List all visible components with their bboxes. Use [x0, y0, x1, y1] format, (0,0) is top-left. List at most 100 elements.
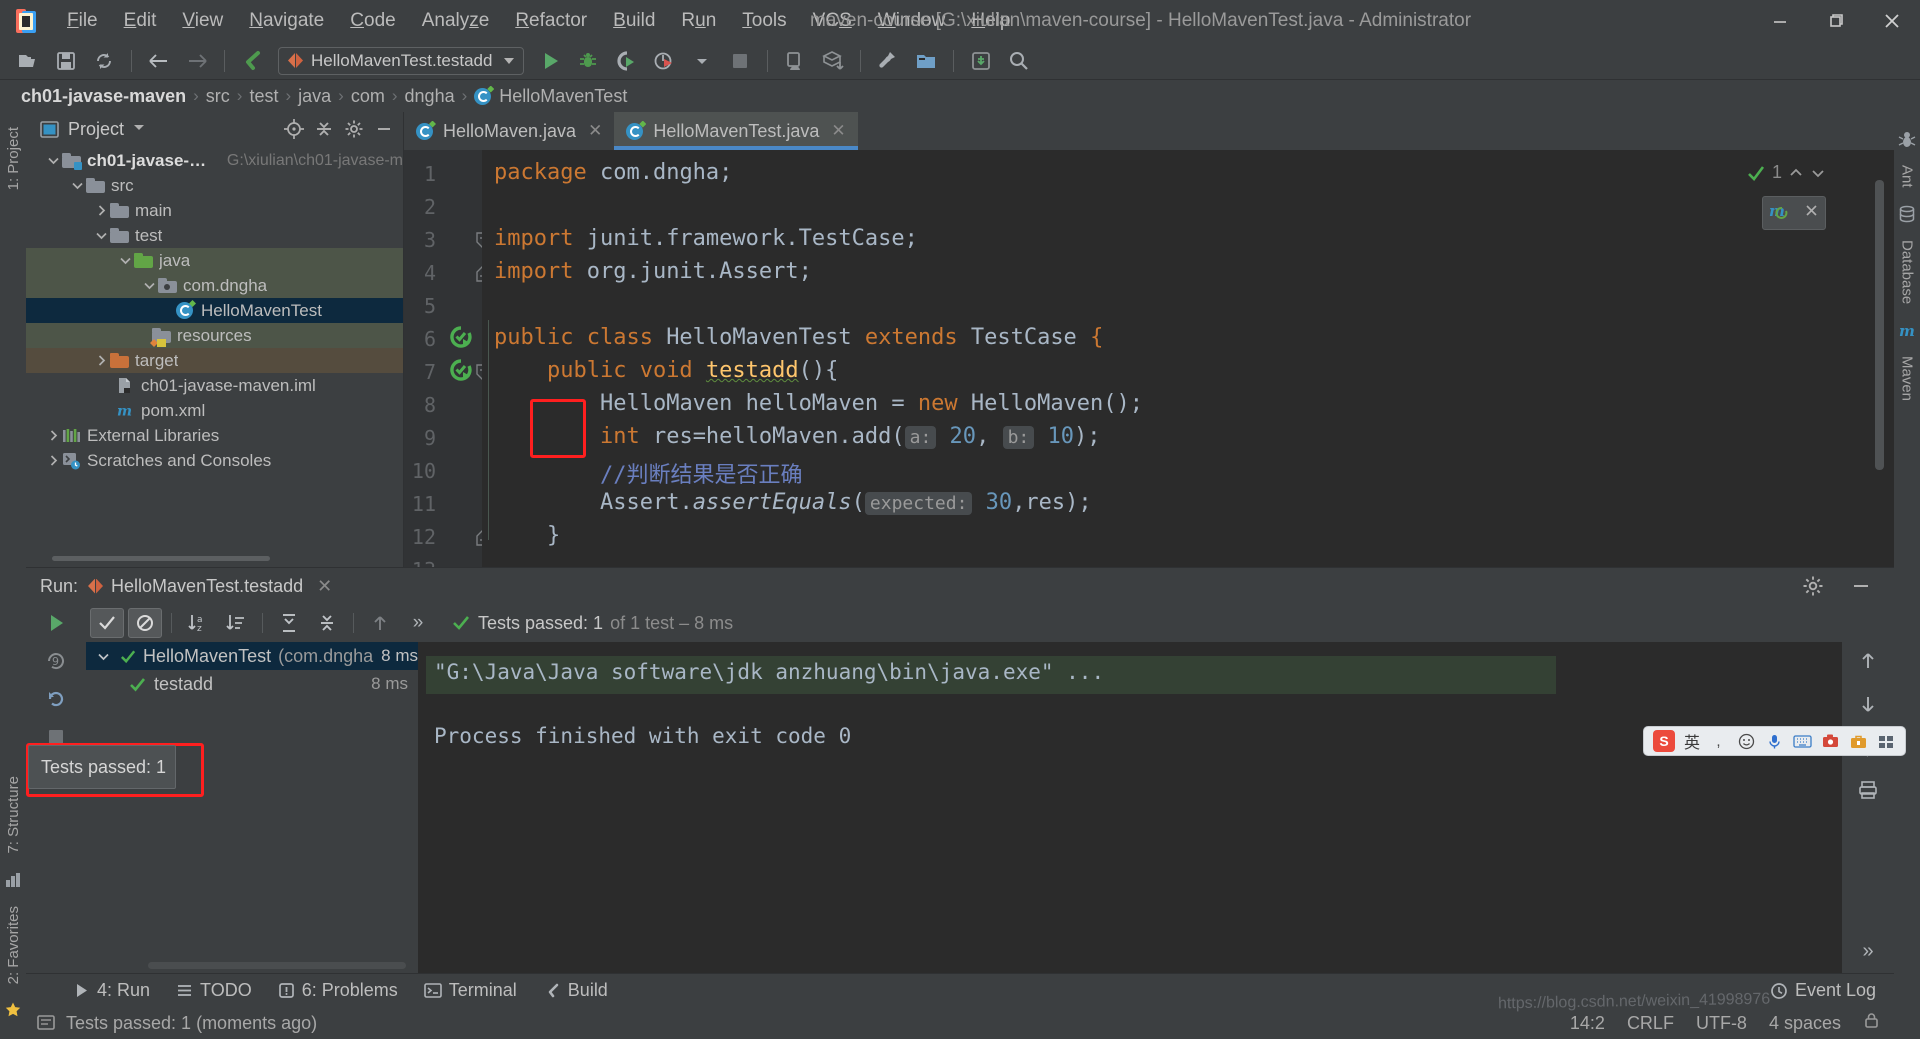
emoji-icon[interactable]: [1737, 732, 1756, 751]
test-tree-scrollbar[interactable]: [148, 962, 406, 969]
tree-node-external-libraries[interactable]: External Libraries: [26, 423, 403, 448]
tool-window-terminal[interactable]: Terminal: [413, 978, 528, 1003]
test-tree-row-class[interactable]: HelloMavenTest (com.dngha 8 ms: [86, 642, 418, 670]
build-project-icon[interactable]: [234, 46, 270, 76]
breadcrumb-item-0[interactable]: ch01-javase-maven: [14, 86, 193, 107]
maximize-icon[interactable]: [1808, 0, 1864, 42]
chevron-right-icon[interactable]: [44, 427, 62, 445]
chevron-down-icon[interactable]: [44, 152, 62, 170]
menu-navigate[interactable]: Navigate: [236, 6, 337, 36]
save-all-icon[interactable]: [48, 46, 84, 76]
back-icon[interactable]: [141, 46, 177, 76]
update-project-icon[interactable]: [963, 46, 999, 76]
editor-gutter[interactable]: 1 2 3 4 5 6 7 8 9 10 11 12 13: [404, 150, 490, 567]
hide-panel-icon[interactable]: [373, 118, 395, 140]
console-output[interactable]: "G:\Java\Java software\jdk anzhuang\bin\…: [418, 642, 1842, 973]
tool-window-run[interactable]: 4: Run: [62, 978, 161, 1003]
run-configuration-selector[interactable]: HelloMavenTest.testadd: [278, 46, 525, 75]
menu-run[interactable]: Run: [668, 6, 729, 36]
breadcrumb-item-4[interactable]: com: [344, 86, 392, 107]
more-options-button[interactable]: »: [401, 608, 435, 638]
chevron-down-icon[interactable]: [116, 252, 134, 270]
close-icon[interactable]: [1804, 203, 1819, 223]
breadcrumb-item-1[interactable]: src: [199, 86, 237, 107]
mic-icon[interactable]: [1765, 732, 1784, 751]
menu-edit[interactable]: Edit: [111, 6, 170, 36]
tab-hellomaventest-java[interactable]: HelloMavenTest.java ✕: [614, 112, 858, 150]
event-log-button[interactable]: Event Log: [1759, 978, 1894, 1003]
expand-console-icon[interactable]: »: [1862, 940, 1873, 963]
toolbox-icon[interactable]: [1849, 732, 1868, 751]
sidebar-item-structure[interactable]: 7: Structure: [2, 769, 25, 861]
sidebar-item-project[interactable]: 1: Project: [2, 120, 25, 197]
show-passed-button[interactable]: [90, 608, 124, 638]
sidebar-item-database[interactable]: Database: [1896, 233, 1919, 311]
project-structure-icon[interactable]: [908, 46, 944, 76]
menu-tools[interactable]: Tools: [729, 6, 799, 36]
tree-node-pom-xml[interactable]: m pom.xml: [26, 398, 403, 423]
close-icon[interactable]: [1864, 0, 1920, 42]
run-test-class-icon[interactable]: [450, 326, 472, 348]
chevron-down-icon[interactable]: [92, 227, 110, 245]
code-content[interactable]: package com.dngha; import junit.framewor…: [482, 150, 1870, 567]
menu-code[interactable]: Code: [337, 6, 408, 36]
minimize-icon[interactable]: [1752, 0, 1808, 42]
sync-icon[interactable]: [86, 46, 122, 76]
lock-icon[interactable]: [1863, 1012, 1880, 1034]
restart-icon[interactable]: [43, 686, 69, 712]
inspection-widget[interactable]: 1: [1746, 162, 1826, 183]
sdk-manager-icon[interactable]: [815, 46, 851, 76]
chevron-down-icon[interactable]: [140, 277, 158, 295]
favorites-star-icon[interactable]: [4, 1001, 22, 1019]
tree-node-com-dngha[interactable]: com.dngha: [26, 273, 403, 298]
scroll-up-icon[interactable]: [1857, 650, 1879, 677]
chevron-right-icon[interactable]: [44, 452, 62, 470]
chevron-down-icon[interactable]: [68, 177, 86, 195]
search-everywhere-icon[interactable]: [1001, 46, 1037, 76]
stop-button[interactable]: [722, 46, 758, 76]
breadcrumb-item-6[interactable]: HelloMavenTest: [467, 85, 634, 107]
build-variants-icon[interactable]: [4, 871, 22, 889]
chevron-down-icon[interactable]: [1810, 165, 1826, 181]
screenshot-icon[interactable]: [1821, 732, 1840, 751]
hide-panel-icon[interactable]: [1850, 575, 1872, 597]
collapse-all-button[interactable]: [310, 608, 344, 638]
database-icon[interactable]: [1898, 205, 1916, 223]
print-icon[interactable]: [1857, 779, 1879, 806]
menu-view[interactable]: View: [169, 6, 236, 36]
keyboard-icon[interactable]: [1793, 732, 1812, 751]
run-panel-config-tab[interactable]: HelloMavenTest.testadd ✕: [88, 576, 332, 597]
menu-refactor[interactable]: Refactor: [502, 6, 600, 36]
maven-reimport-popup[interactable]: m: [1762, 196, 1826, 230]
tree-node-hellomaventest[interactable]: HelloMavenTest: [26, 298, 403, 323]
tool-window-todo[interactable]: TODO: [165, 978, 263, 1003]
run-test-method-icon[interactable]: [450, 359, 472, 381]
profile-button[interactable]: [646, 46, 682, 76]
close-icon[interactable]: ✕: [831, 121, 845, 141]
tree-node-iml[interactable]: ch01-javase-maven.iml: [26, 373, 403, 398]
breadcrumb-item-2[interactable]: test: [242, 86, 285, 107]
project-horizontal-scrollbar[interactable]: [52, 553, 393, 563]
run-with-coverage-button[interactable]: [608, 46, 644, 76]
sogou-logo-icon[interactable]: S: [1652, 730, 1675, 752]
rerun-failed-icon[interactable]: 9: [43, 648, 69, 674]
settings-icon[interactable]: [870, 46, 906, 76]
maven-icon[interactable]: m: [1898, 321, 1916, 340]
chevron-up-icon[interactable]: [1788, 165, 1804, 181]
project-view-chevron-icon[interactable]: [132, 120, 146, 139]
locate-file-icon[interactable]: [283, 118, 305, 140]
gear-icon[interactable]: [343, 118, 365, 140]
tree-node-scratches[interactable]: Scratches and Consoles: [26, 448, 403, 473]
forward-icon[interactable]: [179, 46, 215, 76]
editor-scrollbar[interactable]: [1870, 150, 1894, 567]
caret-position[interactable]: 14:2: [1570, 1013, 1605, 1034]
run-button[interactable]: [532, 46, 568, 76]
previous-failed-test-button[interactable]: [363, 608, 397, 638]
menu-icon[interactable]: [1877, 732, 1896, 751]
line-separator[interactable]: CRLF: [1627, 1013, 1674, 1034]
tool-window-problems[interactable]: 6: Problems: [267, 978, 409, 1003]
expand-all-button[interactable]: [272, 608, 306, 638]
chevron-down-icon[interactable]: [94, 650, 113, 663]
sidebar-item-maven[interactable]: Maven: [1896, 349, 1919, 408]
chevron-right-icon[interactable]: [92, 352, 110, 370]
